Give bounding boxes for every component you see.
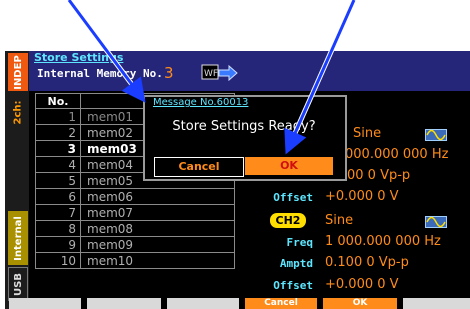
arrow-to-dialog-title: [66, 0, 146, 103]
annotation-arrows: [66, 0, 357, 155]
arrow-to-ok-button: [284, 0, 357, 155]
